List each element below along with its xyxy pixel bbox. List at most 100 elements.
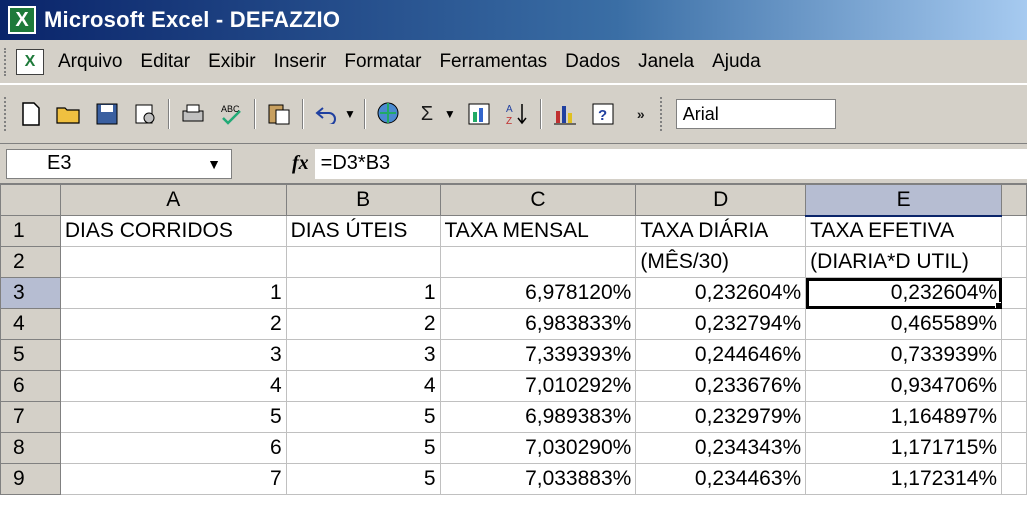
cell-overflow[interactable]: [1001, 215, 1027, 247]
cell-overflow[interactable]: [1001, 308, 1027, 340]
menu-editar[interactable]: Editar: [140, 51, 190, 73]
cell-b2[interactable]: [285, 246, 441, 278]
help-icon[interactable]: ?: [588, 99, 618, 129]
cell-c5[interactable]: 7,339393%: [439, 339, 637, 371]
cell-a6[interactable]: 4: [59, 370, 287, 402]
chevron-down-icon[interactable]: ▼: [207, 156, 221, 172]
row-header-6[interactable]: 6: [0, 370, 61, 402]
row-header-9[interactable]: 9: [0, 463, 61, 495]
cell-e2[interactable]: (DIARIA*D UTIL): [805, 246, 1003, 278]
cell-c2[interactable]: [439, 246, 637, 278]
save-icon[interactable]: [92, 99, 122, 129]
cell-overflow[interactable]: [1001, 463, 1027, 495]
autosum-icon[interactable]: Σ: [412, 99, 442, 129]
print-icon[interactable]: [178, 99, 208, 129]
menu-arquivo[interactable]: Arquivo: [58, 51, 122, 73]
column-header-d[interactable]: D: [635, 184, 807, 216]
menu-formatar[interactable]: Formatar: [344, 51, 421, 73]
cell-e4[interactable]: 0,465589%: [805, 308, 1003, 340]
spell-check-icon[interactable]: ABC: [216, 99, 246, 129]
new-document-icon[interactable]: [16, 99, 46, 129]
excel-app-icon[interactable]: X: [8, 6, 36, 34]
cell-d6[interactable]: 0,233676%: [635, 370, 807, 402]
cell-d1[interactable]: TAXA DIÁRIA: [635, 215, 807, 247]
cell-e5[interactable]: 0,733939%: [805, 339, 1003, 371]
cell-a5[interactable]: 3: [59, 339, 287, 371]
cell-overflow[interactable]: [1001, 370, 1027, 402]
sort-ascending-icon[interactable]: AZ: [502, 99, 532, 129]
cell-d8[interactable]: 0,234343%: [635, 432, 807, 464]
select-all-corner[interactable]: [0, 184, 61, 216]
menu-inserir[interactable]: Inserir: [274, 51, 327, 73]
cell-a1[interactable]: DIAS CORRIDOS: [59, 215, 287, 247]
cell-d5[interactable]: 0,244646%: [635, 339, 807, 371]
open-folder-icon[interactable]: [54, 99, 84, 129]
menu-dados[interactable]: Dados: [565, 51, 620, 73]
cell-e3[interactable]: 0,232604%: [805, 277, 1003, 309]
cell-e1[interactable]: TAXA EFETIVA: [805, 215, 1003, 247]
cell-e9[interactable]: 1,172314%: [805, 463, 1003, 495]
cell-d2[interactable]: (MÊS/30): [635, 246, 807, 278]
formula-input[interactable]: =D3*B3: [314, 148, 1027, 179]
menu-janela[interactable]: Janela: [638, 51, 694, 73]
cell-b1[interactable]: DIAS ÚTEIS: [285, 215, 441, 247]
column-header-b[interactable]: B: [285, 184, 441, 216]
cell-overflow[interactable]: [1001, 401, 1027, 433]
cell-a3[interactable]: 1: [59, 277, 287, 309]
cell-overflow[interactable]: [1001, 277, 1027, 309]
cell-a7[interactable]: 5: [59, 401, 287, 433]
cell-a4[interactable]: 2: [59, 308, 287, 340]
cell-e8[interactable]: 1,171715%: [805, 432, 1003, 464]
cell-c4[interactable]: 6,983833%: [439, 308, 637, 340]
cell-e6[interactable]: 0,934706%: [805, 370, 1003, 402]
permission-icon[interactable]: [130, 99, 160, 129]
toolbar-grip[interactable]: [659, 97, 664, 131]
paste-icon[interactable]: [264, 99, 294, 129]
row-header-4[interactable]: 4: [0, 308, 61, 340]
cell-c3[interactable]: 6,978120%: [439, 277, 637, 309]
row-header-3[interactable]: 3: [0, 277, 61, 309]
toolbar-grip[interactable]: [4, 97, 8, 131]
fill-handle[interactable]: [995, 302, 1001, 308]
insert-function-icon[interactable]: fx: [292, 152, 309, 175]
workbook-icon[interactable]: X: [16, 48, 44, 75]
autosum-dropdown-icon[interactable]: ▼: [444, 107, 456, 121]
more-options-icon[interactable]: »: [626, 99, 656, 129]
cell-b6[interactable]: 4: [285, 370, 441, 402]
cell-c6[interactable]: 7,010292%: [439, 370, 637, 402]
cell-b5[interactable]: 3: [285, 339, 441, 371]
cell-a2[interactable]: [59, 246, 287, 278]
cell-d9[interactable]: 0,234463%: [635, 463, 807, 495]
font-name-box[interactable]: Arial: [675, 99, 836, 129]
cell-b3[interactable]: 1: [285, 277, 441, 309]
undo-dropdown-icon[interactable]: ▼: [344, 107, 356, 121]
cell-b4[interactable]: 2: [285, 308, 441, 340]
cell-c7[interactable]: 6,989383%: [439, 401, 637, 433]
cell-c9[interactable]: 7,033883%: [439, 463, 637, 495]
cell-a8[interactable]: 6: [59, 432, 287, 464]
cell-b7[interactable]: 5: [285, 401, 441, 433]
cell-b8[interactable]: 5: [285, 432, 441, 464]
row-header-7[interactable]: 7: [0, 401, 61, 433]
cell-overflow[interactable]: [1001, 432, 1027, 464]
cell-d3[interactable]: 0,232604%: [635, 277, 807, 309]
chart-wizard-icon[interactable]: [464, 99, 494, 129]
column-header-c[interactable]: C: [439, 184, 637, 216]
cell-a9[interactable]: 7: [59, 463, 287, 495]
hyperlink-icon[interactable]: [374, 99, 404, 129]
cell-c8[interactable]: 7,030290%: [439, 432, 637, 464]
cell-e7[interactable]: 1,164897%: [805, 401, 1003, 433]
menu-ajuda[interactable]: Ajuda: [712, 51, 761, 73]
cell-overflow[interactable]: [1001, 339, 1027, 371]
column-header-e[interactable]: E: [805, 184, 1003, 217]
menu-exibir[interactable]: Exibir: [208, 51, 256, 73]
row-header-5[interactable]: 5: [0, 339, 61, 371]
row-header-8[interactable]: 8: [0, 432, 61, 464]
row-header-1[interactable]: 1: [0, 215, 61, 247]
undo-icon[interactable]: [312, 99, 342, 129]
cell-d4[interactable]: 0,232794%: [635, 308, 807, 340]
menu-bar-grip[interactable]: [4, 47, 8, 76]
menu-ferramentas[interactable]: Ferramentas: [439, 51, 547, 73]
column-header-overflow[interactable]: [1001, 184, 1027, 216]
row-header-2[interactable]: 2: [0, 246, 61, 278]
